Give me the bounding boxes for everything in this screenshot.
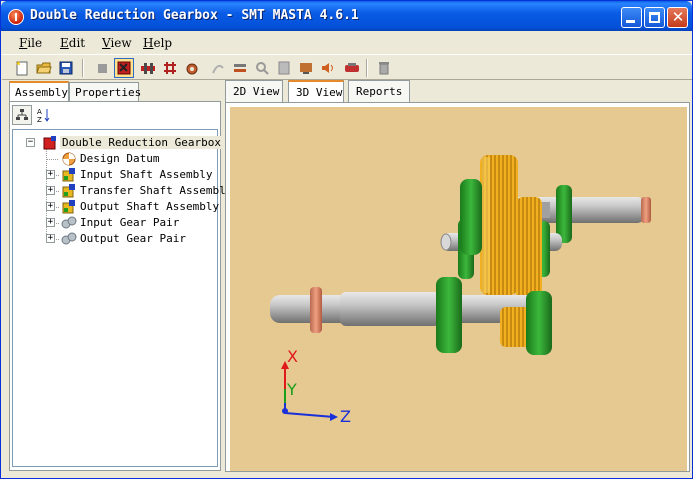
save-icon[interactable] [56, 58, 76, 78]
assembly-panel: AZ − Double Reduction Gearbox Design Dat… [9, 101, 232, 471]
tree-item-label: Design Datum [80, 152, 160, 165]
maximize-icon [649, 12, 660, 23]
hierarchy-view-button[interactable] [12, 105, 32, 125]
tree-item-output-shaft-assembly[interactable]: + Output Shaft Assembly [13, 199, 219, 215]
load-case-icon[interactable] [252, 58, 272, 78]
menu-label-rest: dit [68, 36, 86, 50]
shaft-assembly-icon [62, 168, 75, 182]
output-bearing-right [526, 291, 552, 355]
gearbox-3d-model [270, 155, 651, 421]
settings-icon[interactable] [296, 58, 316, 78]
open-folder-icon[interactable] [34, 58, 54, 78]
design-datum-icon [62, 152, 76, 166]
gear-pair-icon [61, 232, 77, 245]
tree-item-label: Input Gear Pair [80, 216, 180, 229]
menu-label-rest: iew [110, 36, 132, 50]
shaft-assembly-icon [62, 200, 75, 214]
tree-item-label: Transfer Shaft Assembly [80, 184, 233, 197]
expand-toggle[interactable]: + [46, 218, 55, 227]
collapse-toggle[interactable]: − [26, 138, 35, 147]
close-icon: ✕ [671, 8, 685, 26]
input-bearing-left [460, 179, 482, 255]
output-pinion [500, 307, 530, 347]
x-axis-label: X [287, 347, 298, 366]
minimize-button[interactable] [621, 7, 642, 28]
gearbox-icon[interactable] [114, 58, 134, 78]
menu-bar: File Edit View Help [2, 33, 692, 53]
menu-help[interactable]: Help [143, 36, 172, 50]
tab-properties[interactable]: Properties [69, 82, 141, 101]
tab-reports[interactable]: Reports [348, 80, 410, 102]
gear-icon[interactable] [182, 58, 202, 78]
tree-item-label: Output Shaft Assembly [80, 200, 220, 213]
report-icon[interactable] [274, 58, 294, 78]
tree-item-label: Input Shaft Assembly [80, 168, 213, 181]
menu-mnemonic: E [60, 36, 69, 50]
hierarchy-icon [16, 109, 28, 120]
transfer-wheel [516, 197, 542, 303]
tree-item-output-gear-pair[interactable]: + Output Gear Pair [13, 231, 219, 247]
maximize-button[interactable] [644, 7, 665, 28]
sort-alphabetical-button[interactable]: AZ [34, 105, 54, 125]
3d-viewport[interactable]: X Y Z [230, 107, 687, 471]
minimize-icon [626, 20, 635, 23]
view-panel: X Y Z [225, 102, 690, 472]
tab-3d-view[interactable]: 3D View [288, 80, 344, 102]
menu-edit[interactable]: Edit [60, 36, 85, 50]
application-window: Double Reduction Gearbox - SMT MASTA 4.6… [0, 0, 693, 479]
menu-label-rest: elp [153, 36, 173, 50]
y-axis-label: Y [287, 380, 297, 399]
shaft-icon[interactable] [160, 58, 180, 78]
tree-item-transfer-shaft-assembly[interactable]: + Transfer Shaft Assembly [13, 183, 232, 199]
output-bearing-left [436, 277, 462, 353]
tree-item-label: Double Reduction Gearbox [60, 136, 223, 149]
close-button[interactable]: ✕ [667, 7, 688, 28]
menu-view[interactable]: View [102, 36, 132, 50]
gearbox-assembly-icon [43, 136, 56, 150]
app-icon[interactable] [8, 9, 24, 25]
assembly-icon[interactable] [138, 58, 158, 78]
svg-text:Z: Z [37, 116, 42, 123]
menu-mnemonic: H [143, 36, 154, 50]
gear-pair-icon [61, 216, 77, 229]
sort-az-icon: AZ [37, 108, 50, 123]
assembly-tree: − Double Reduction Gearbox Design Datum … [12, 129, 232, 467]
input-gear-pair [460, 155, 542, 303]
design-icon[interactable] [208, 58, 228, 78]
new-file-icon[interactable] [12, 58, 32, 78]
tree-item-design-datum[interactable]: Design Datum [13, 151, 219, 167]
tree-item-input-shaft-assembly[interactable]: + Input Shaft Assembly [13, 167, 219, 183]
analysis-icon[interactable] [230, 58, 250, 78]
stop-icon[interactable] [92, 58, 112, 78]
window-title: Double Reduction Gearbox - SMT MASTA 4.6… [30, 8, 359, 23]
tree-item-root[interactable]: − Double Reduction Gearbox [13, 135, 223, 151]
tree-item-input-gear-pair[interactable]: + Input Gear Pair [13, 215, 219, 231]
svg-text:A: A [37, 108, 42, 116]
shaft-assembly-icon [62, 184, 75, 198]
delete-icon[interactable] [374, 58, 394, 78]
menu-label-rest: ile [27, 36, 43, 50]
tab-assembly[interactable]: Assembly [9, 81, 69, 101]
menu-file[interactable]: File [19, 36, 42, 50]
expand-toggle[interactable]: + [46, 170, 55, 179]
expand-toggle[interactable]: + [46, 234, 55, 243]
title-bar[interactable]: Double Reduction Gearbox - SMT MASTA 4.6… [1, 1, 692, 31]
gear-set-icon[interactable] [342, 58, 362, 78]
output-collar [310, 287, 322, 333]
tab-2d-view[interactable]: 2D View [225, 80, 283, 102]
tree-toolbar: AZ [12, 104, 218, 126]
tree-item-label: Output Gear Pair [80, 232, 186, 245]
z-axis-label: Z [340, 407, 351, 426]
expand-toggle[interactable]: + [46, 202, 55, 211]
expand-toggle[interactable]: + [46, 186, 55, 195]
toolbar [2, 54, 692, 80]
sound-icon[interactable] [318, 58, 338, 78]
